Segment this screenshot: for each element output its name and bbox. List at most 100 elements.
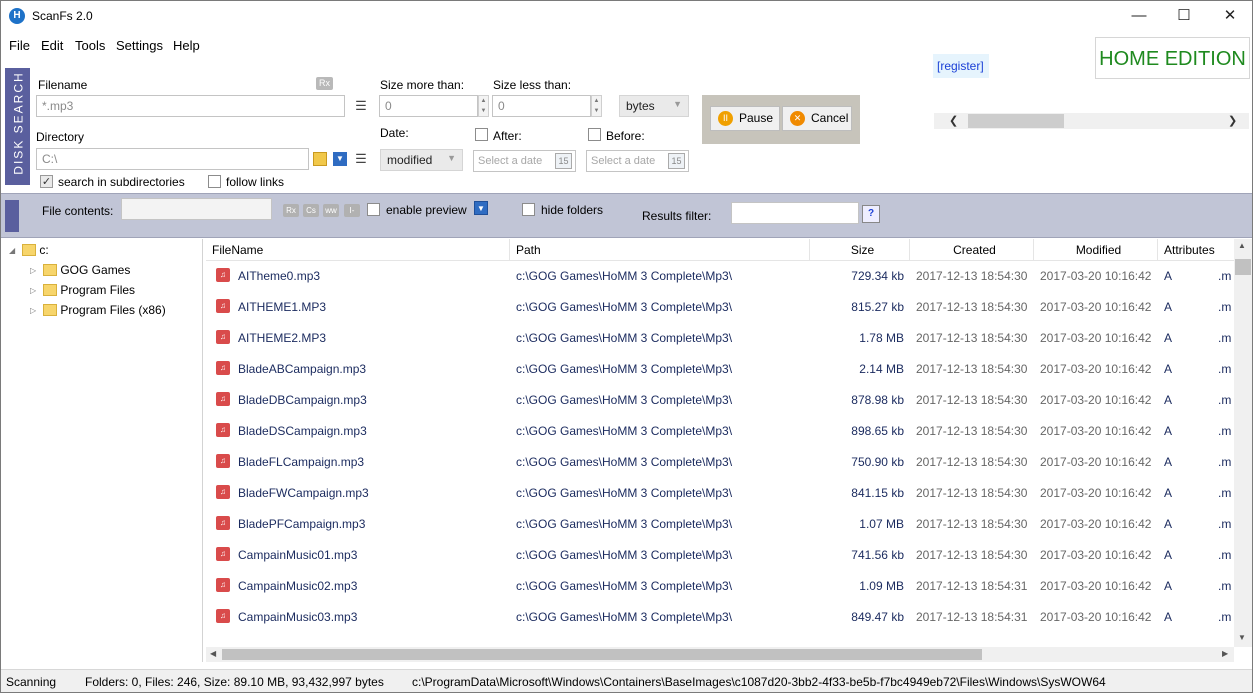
size-more-label: Size more than: (380, 78, 465, 92)
menu-settings[interactable]: Settings (116, 38, 163, 53)
table-row[interactable]: ♫ CampainMusic01.mp3 c:\GOG Games\HoMM 3 C… (206, 540, 1234, 571)
results-filter-input[interactable] (731, 202, 859, 224)
whole-word-toggle[interactable]: ww (323, 204, 339, 217)
vertical-scrollbar[interactable]: ▲ ▼ (1234, 239, 1252, 647)
cancel-button[interactable]: ✕ Cancel (782, 106, 852, 131)
cell-size: 815.27 kb (851, 300, 904, 314)
file-contents-input[interactable] (121, 198, 272, 220)
after-checkbox[interactable] (475, 128, 488, 141)
tree-node-root[interactable]: ◢ c: (9, 240, 49, 260)
cell-size: 741.56 kb (851, 548, 904, 562)
column-size[interactable]: Size (810, 239, 910, 261)
directory-input[interactable]: C:\ (36, 148, 309, 170)
enable-preview-label: enable preview (386, 203, 467, 217)
before-date-input[interactable]: Select a date 15 (586, 150, 689, 172)
table-row[interactable]: ♫ BladeDBCampaign.mp3 c:\GOG Games\HoMM 3 … (206, 385, 1234, 416)
scroll-right-icon[interactable]: ❯ (1228, 114, 1237, 127)
collapsed-arrow-icon[interactable]: ▷ (30, 261, 40, 281)
panel-scrollbar[interactable]: ❮ ❯ (934, 113, 1249, 129)
scroll-thumb[interactable] (1235, 259, 1251, 275)
size-unit-select[interactable]: bytes ▼ (619, 95, 689, 117)
table-row[interactable]: ♫ CampainMusic03.mp3 c:\GOG Games\HoMM 3 C… (206, 602, 1234, 633)
tree-node-program-files[interactable]: ▷ Program Files (30, 280, 135, 300)
date-type-select[interactable]: modified ▼ (380, 149, 463, 171)
cell-size: 1.09 MB (859, 579, 904, 593)
tree-node-program-files-x86[interactable]: ▷ Program Files (x86) (30, 300, 166, 320)
date-label: Date: (380, 126, 409, 140)
calendar-icon[interactable]: 15 (668, 153, 685, 169)
calendar-icon[interactable]: 15 (555, 153, 572, 169)
table-row[interactable]: ♫ BladeFWCampaign.mp3 c:\GOG Games\HoMM 3 … (206, 478, 1234, 509)
collapsed-arrow-icon[interactable]: ▷ (30, 301, 40, 321)
filename-input[interactable]: *.mp3 (36, 95, 345, 117)
cell-created: 2017-12-13 18:54:30 (916, 331, 1028, 345)
scroll-right-icon[interactable]: ▶ (1222, 649, 1228, 658)
column-path[interactable]: Path (510, 239, 810, 261)
cell-attributes: A (1164, 424, 1173, 438)
case-sensitive-toggle[interactable]: Cs (303, 204, 319, 217)
after-date-input[interactable]: Select a date 15 (473, 150, 576, 172)
scroll-down-icon[interactable]: ▼ (1238, 633, 1246, 642)
tree-node-gog-games[interactable]: ▷ GOG Games (30, 260, 130, 280)
size-less-input[interactable]: 0 (492, 95, 591, 117)
preview-options-icon[interactable]: ▼ (474, 201, 488, 215)
before-label: Before: (606, 129, 645, 143)
menu-tools[interactable]: Tools (75, 38, 105, 53)
size-more-input[interactable]: 0 (379, 95, 478, 117)
hide-folders-checkbox[interactable] (522, 203, 535, 216)
column-modified[interactable]: Modified (1034, 239, 1158, 261)
scroll-left-icon[interactable]: ❮ (949, 114, 958, 127)
horizontal-scrollbar[interactable]: ◀ ▶ (206, 647, 1234, 662)
pause-button[interactable]: II Pause (710, 106, 780, 131)
column-filename[interactable]: FileName (206, 239, 510, 261)
filename-regex-toggle[interactable]: Rx (316, 77, 333, 90)
table-row[interactable]: ♫ AITheme0.mp3 c:\GOG Games\HoMM 3 Complet… (206, 261, 1234, 292)
table-row[interactable]: ♫ AITHEME1.MP3 c:\GOG Games\HoMM 3 Complet… (206, 292, 1234, 323)
collapsed-arrow-icon[interactable]: ▷ (30, 281, 40, 301)
enable-preview-checkbox[interactable] (367, 203, 380, 216)
size-more-spinner[interactable]: ▲ ▼ (478, 95, 489, 117)
scroll-left-icon[interactable]: ◀ (210, 649, 216, 658)
window-title: ScanFs 2.0 (32, 9, 93, 23)
cell-filename: BladeFLCampaign.mp3 (238, 455, 365, 469)
help-button[interactable]: ? (862, 205, 880, 223)
scroll-up-icon[interactable]: ▲ (1238, 241, 1246, 250)
register-link[interactable]: [register] (933, 54, 989, 78)
cell-filename: AITHEME1.MP3 (238, 300, 327, 314)
close-button[interactable]: ✕ (1207, 1, 1252, 31)
directory-history-icon[interactable]: ▼ (333, 152, 347, 166)
search-subdirectories-checkbox[interactable] (40, 175, 53, 188)
filter-bar: File contents: Rx Cs ww I- enable previe… (1, 193, 1252, 238)
filename-list-icon[interactable]: ☰ (353, 98, 369, 114)
table-row[interactable]: ♫ BladeFLCampaign.mp3 c:\GOG Games\HoMM 3 … (206, 447, 1234, 478)
table-row[interactable]: ♫ BladeABCampaign.mp3 c:\GOG Games\HoMM 3 … (206, 354, 1234, 385)
filter-tab[interactable] (5, 200, 19, 232)
binary-toggle[interactable]: I- (344, 204, 360, 217)
maximize-button[interactable]: ☐ (1161, 1, 1207, 31)
scroll-thumb[interactable] (968, 114, 1064, 128)
table-row[interactable]: ♫ AITHEME2.MP3 c:\GOG Games\HoMM 3 Complet… (206, 323, 1234, 354)
action-panel: II Pause ✕ Cancel (702, 95, 860, 144)
menu-file[interactable]: File (9, 38, 30, 53)
directory-list-icon[interactable]: ☰ (353, 151, 369, 167)
contents-regex-toggle[interactable]: Rx (283, 204, 299, 217)
scroll-thumb[interactable] (222, 649, 982, 660)
cell-attributes: A (1164, 517, 1173, 531)
disk-search-tab[interactable]: DISK SEARCH (5, 68, 30, 185)
menu-edit[interactable]: Edit (41, 38, 63, 53)
follow-links-checkbox[interactable] (208, 175, 221, 188)
table-row[interactable]: ♫ BladeDSCampaign.mp3 c:\GOG Games\HoMM 3 … (206, 416, 1234, 447)
cell-created: 2017-12-13 18:54:30 (916, 362, 1028, 376)
size-less-spinner[interactable]: ▲ ▼ (591, 95, 602, 117)
browse-folder-icon[interactable] (313, 152, 327, 166)
table-row[interactable]: ♫ CampainMusic02.mp3 c:\GOG Games\HoMM 3 C… (206, 571, 1234, 602)
before-checkbox[interactable] (588, 128, 601, 141)
cell-created: 2017-12-13 18:54:30 (916, 424, 1028, 438)
expanded-arrow-icon[interactable]: ◢ (9, 241, 19, 261)
column-attributes[interactable]: Attributes (1158, 239, 1234, 261)
table-row[interactable]: ♫ BladePFCampaign.mp3 c:\GOG Games\HoMM 3 … (206, 509, 1234, 540)
pause-icon: II (718, 111, 733, 126)
minimize-button[interactable]: — (1116, 1, 1162, 31)
column-created[interactable]: Created (910, 239, 1034, 261)
menu-help[interactable]: Help (173, 38, 200, 53)
